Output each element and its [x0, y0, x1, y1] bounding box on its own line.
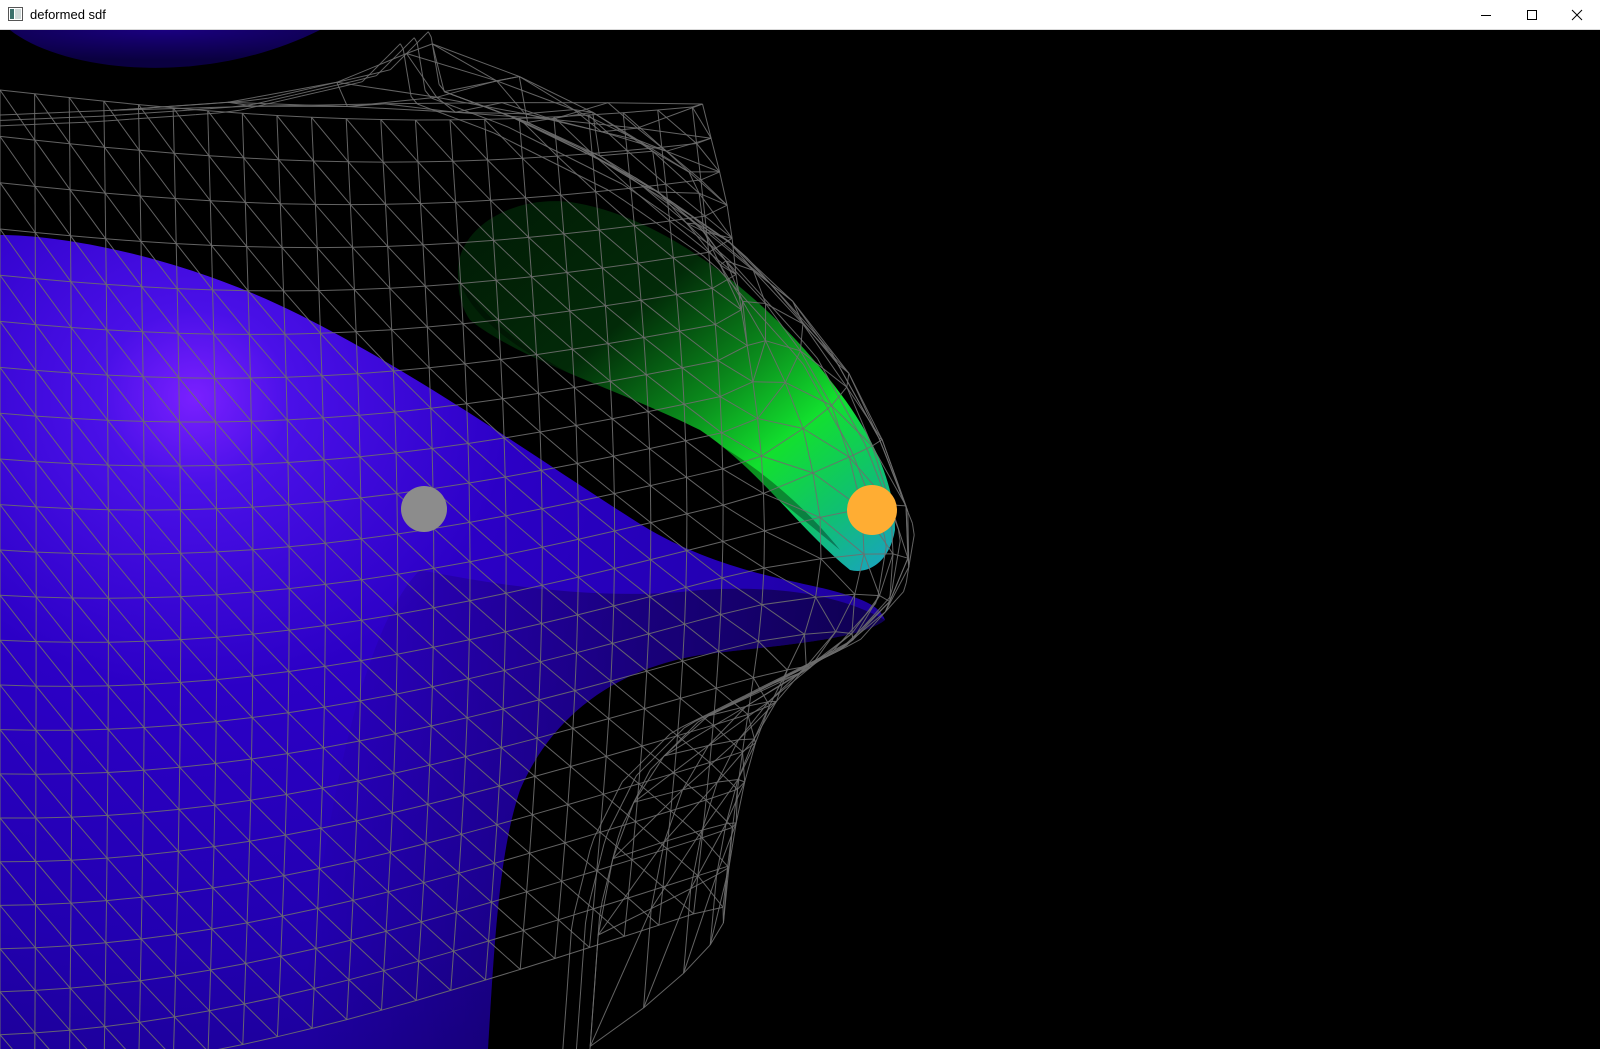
- window-title: deformed sdf: [30, 7, 106, 22]
- maximize-button[interactable]: [1509, 0, 1555, 30]
- render-viewport[interactable]: [0, 30, 1600, 1049]
- top-blue-surface: [10, 30, 320, 68]
- app-window: deformed sdf: [0, 0, 1600, 1049]
- maximize-icon: [1527, 10, 1537, 20]
- title-bar[interactable]: deformed sdf: [0, 0, 1600, 30]
- sdf-scene[interactable]: [0, 30, 1600, 1049]
- orange-point-marker[interactable]: [847, 485, 897, 535]
- minimize-button[interactable]: [1463, 0, 1509, 30]
- close-button[interactable]: [1554, 0, 1600, 30]
- minimize-icon: [1481, 15, 1491, 16]
- blue-surface-shade: [300, 570, 885, 1049]
- window-app-icon: [8, 7, 23, 21]
- gray-point-marker[interactable]: [401, 486, 447, 532]
- close-icon: [1571, 9, 1583, 21]
